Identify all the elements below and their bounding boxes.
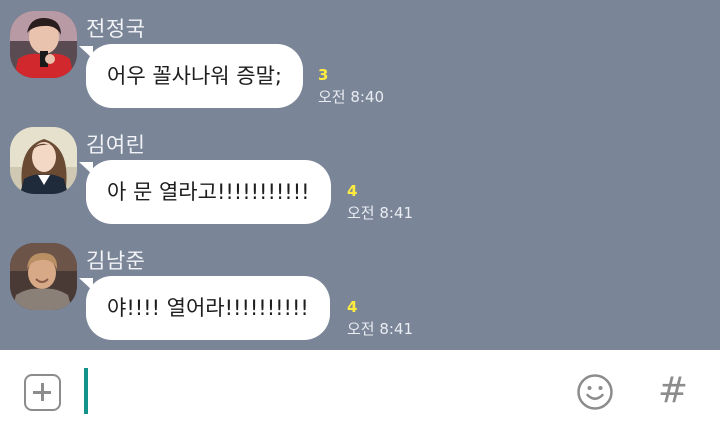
message-meta: 4 오전 8:41 xyxy=(347,296,413,340)
unread-count: 4 xyxy=(347,298,358,316)
message-row: 김남준 야!!!! 열어라!!!!!!!!!! 4 오전 8:41 xyxy=(10,243,710,350)
timestamp: 오전 8:41 xyxy=(347,320,414,338)
hash-icon[interactable]: # xyxy=(653,367,693,415)
avatar[interactable] xyxy=(10,127,77,194)
timestamp: 오전 8:40 xyxy=(318,88,385,106)
sender-name: 전정국 xyxy=(86,17,146,41)
avatar-image-jungkook xyxy=(10,11,77,78)
message-meta: 4 오전 8:41 xyxy=(347,180,413,224)
sender-name: 김여린 xyxy=(86,133,146,157)
smiley-icon[interactable] xyxy=(576,373,614,411)
unread-count: 3 xyxy=(318,66,329,84)
timestamp: 오전 8:41 xyxy=(347,204,414,222)
avatar[interactable] xyxy=(10,243,77,310)
message-meta: 3 오전 8:40 xyxy=(318,64,384,108)
unread-count: 4 xyxy=(347,182,358,200)
plus-square-icon[interactable] xyxy=(24,374,61,411)
avatar[interactable] xyxy=(10,11,77,78)
sender-name: 김남준 xyxy=(86,249,146,273)
avatar-image-yeorin xyxy=(10,127,77,194)
message-input[interactable] xyxy=(84,367,554,415)
text-caret xyxy=(84,368,88,414)
avatar-image-namjoon xyxy=(10,243,77,310)
message-bubble[interactable]: 아 문 열라고!!!!!!!!!!! xyxy=(79,160,331,224)
message-row: 전정국 어우 꼴사나워 증말; 3 오전 8:40 xyxy=(10,11,710,127)
chat-area: 전정국 어우 꼴사나워 증말; 3 오전 8:40 김여린 아 문 열라고!!!… xyxy=(0,0,720,350)
message-row: 김여린 아 문 열라고!!!!!!!!!!! 4 오전 8:41 xyxy=(10,127,710,243)
message-bubble[interactable]: 어우 꼴사나워 증말; xyxy=(79,44,303,108)
message-bubble[interactable]: 야!!!! 열어라!!!!!!!!!! xyxy=(79,276,330,340)
